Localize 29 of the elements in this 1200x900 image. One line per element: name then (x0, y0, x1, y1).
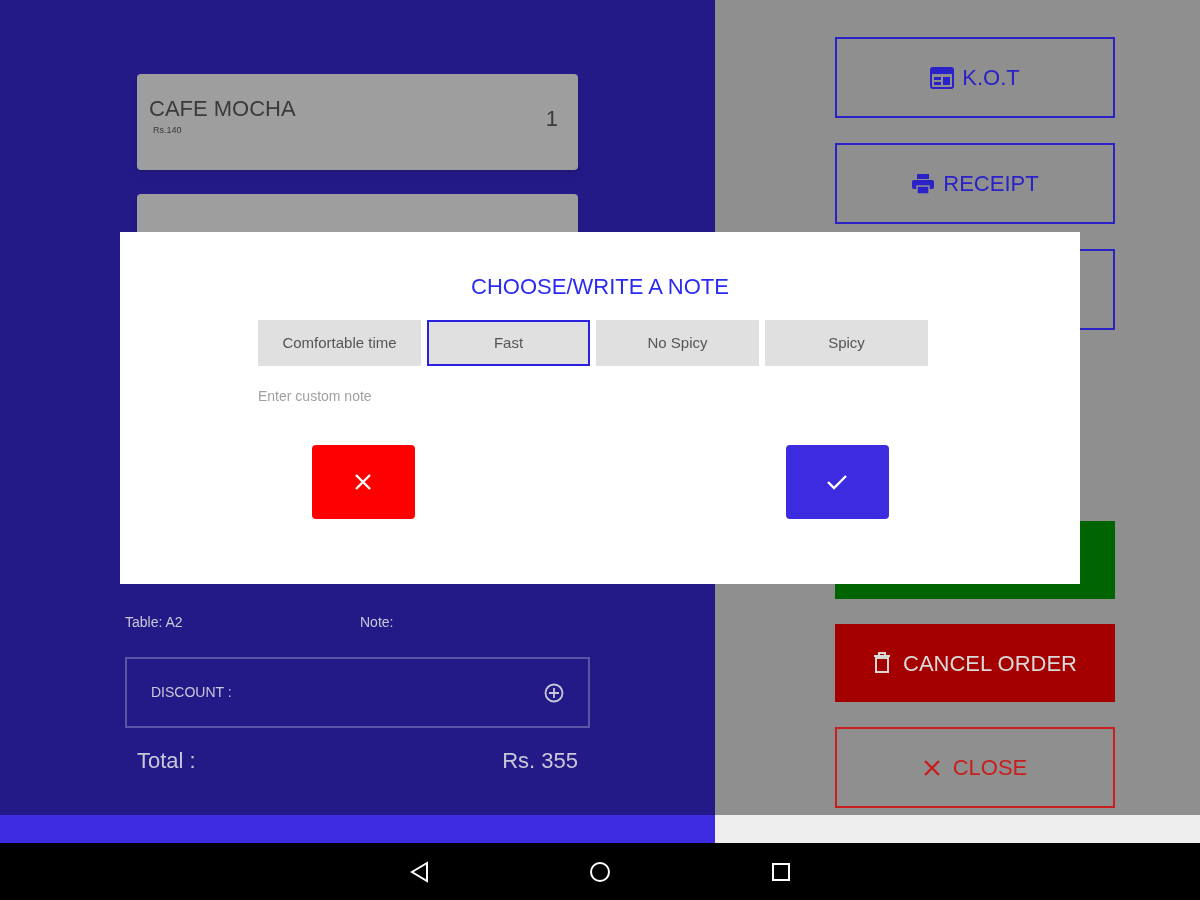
note-chip[interactable]: No Spicy (596, 320, 759, 366)
home-icon[interactable] (589, 860, 611, 883)
dialog-title: CHOOSE/WRITE A NOTE (471, 273, 729, 301)
printer-icon (911, 172, 936, 195)
item-name: CAFE MOCHA (149, 98, 296, 120)
kot-button[interactable]: K.O.T (835, 37, 1115, 118)
add-circle-icon[interactable] (544, 682, 564, 703)
cancel-order-button[interactable]: CANCEL ORDER (835, 624, 1115, 702)
discount-field[interactable]: DISCOUNT : (125, 657, 590, 728)
item-quantity: 1 (545, 105, 558, 133)
total-label: Total : (137, 747, 196, 775)
close-icon (354, 473, 372, 491)
order-item-card[interactable]: CAFE MOCHA Rs.140 1 (137, 74, 578, 170)
note-chip[interactable]: Fast (427, 320, 590, 366)
custom-note-field[interactable]: Enter custom note (258, 386, 918, 407)
recents-icon[interactable] (771, 861, 791, 882)
discount-label: DISCOUNT : (151, 683, 232, 702)
receipt-button[interactable]: RECEIPT (835, 143, 1115, 224)
trash-icon (873, 652, 891, 674)
table-label: Table: A2 (125, 613, 184, 632)
receipt-layout-icon (930, 66, 955, 89)
checkmark-icon (826, 474, 848, 490)
note-chip[interactable]: Comfortable time (258, 320, 421, 366)
back-icon[interactable] (409, 860, 429, 883)
note-chip[interactable]: Spicy (765, 320, 928, 366)
close-icon (922, 758, 941, 777)
note-label: Note: (360, 613, 394, 632)
item-price: Rs.140 (153, 124, 183, 137)
total-value: Rs. 355 (502, 747, 578, 775)
